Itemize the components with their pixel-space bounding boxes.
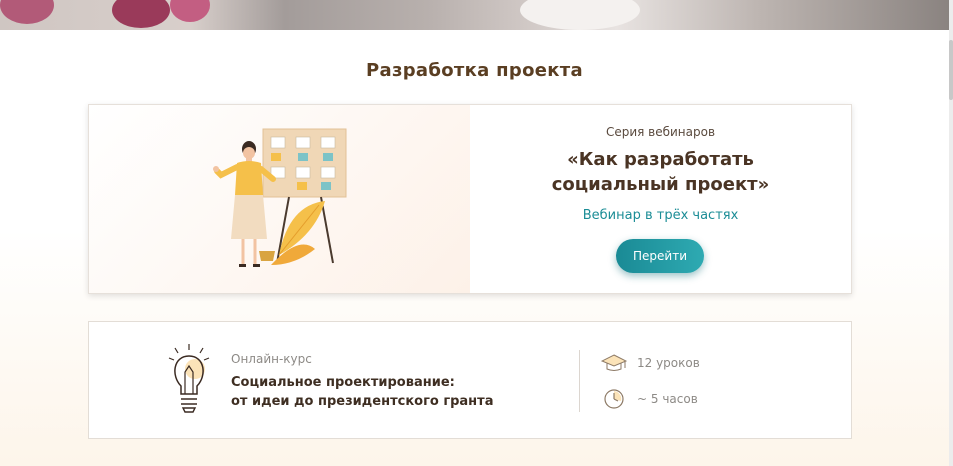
course-title-line: от идеи до президентского гранта	[231, 394, 494, 409]
presenter-illustration	[213, 128, 347, 267]
clock-icon	[601, 388, 627, 410]
webinar-illustration	[89, 105, 470, 293]
course-divider	[579, 350, 580, 412]
course-title[interactable]: Социальное проектирование: от идеи до пр…	[231, 373, 493, 411]
lightbulb-pencil-icon	[167, 342, 211, 420]
duration-stat: ~ 5 часов	[601, 388, 698, 410]
flower-decoration	[170, 0, 210, 22]
graduation-cap-icon	[601, 352, 627, 374]
flower-decoration	[0, 0, 54, 24]
duration-value: ~ 5 часов	[637, 392, 698, 406]
lessons-count: 12 уроков	[637, 356, 700, 370]
webinar-title-line: «Как разработать	[567, 149, 754, 170]
flower-decoration	[112, 0, 170, 28]
hero-highlight	[520, 0, 640, 30]
webinar-title: «Как разработать социальный проект»	[470, 147, 851, 197]
webinar-info: Серия вебинаров «Как разработать социаль…	[470, 105, 851, 293]
webinar-subtitle: Вебинар в трёх частях	[582, 208, 739, 223]
series-label: Серия вебинаров	[605, 125, 716, 139]
webinar-card[interactable]: Серия вебинаров «Как разработать социаль…	[88, 104, 852, 294]
lessons-stat: 12 уроков	[601, 352, 700, 374]
course-card[interactable]: Онлайн-курс Социальное проектирование: о…	[88, 321, 852, 439]
scrollbar-thumb[interactable]	[949, 40, 953, 100]
page-scrollbar[interactable]	[949, 0, 953, 466]
course-type-label: Онлайн-курс	[231, 352, 312, 366]
go-button[interactable]: Перейти	[616, 239, 704, 273]
webinar-title-line: социальный проект»	[551, 174, 770, 195]
hero-image-strip	[0, 0, 949, 30]
course-title-line: Социальное проектирование:	[231, 375, 455, 390]
section-title: Разработка проекта	[366, 60, 583, 81]
